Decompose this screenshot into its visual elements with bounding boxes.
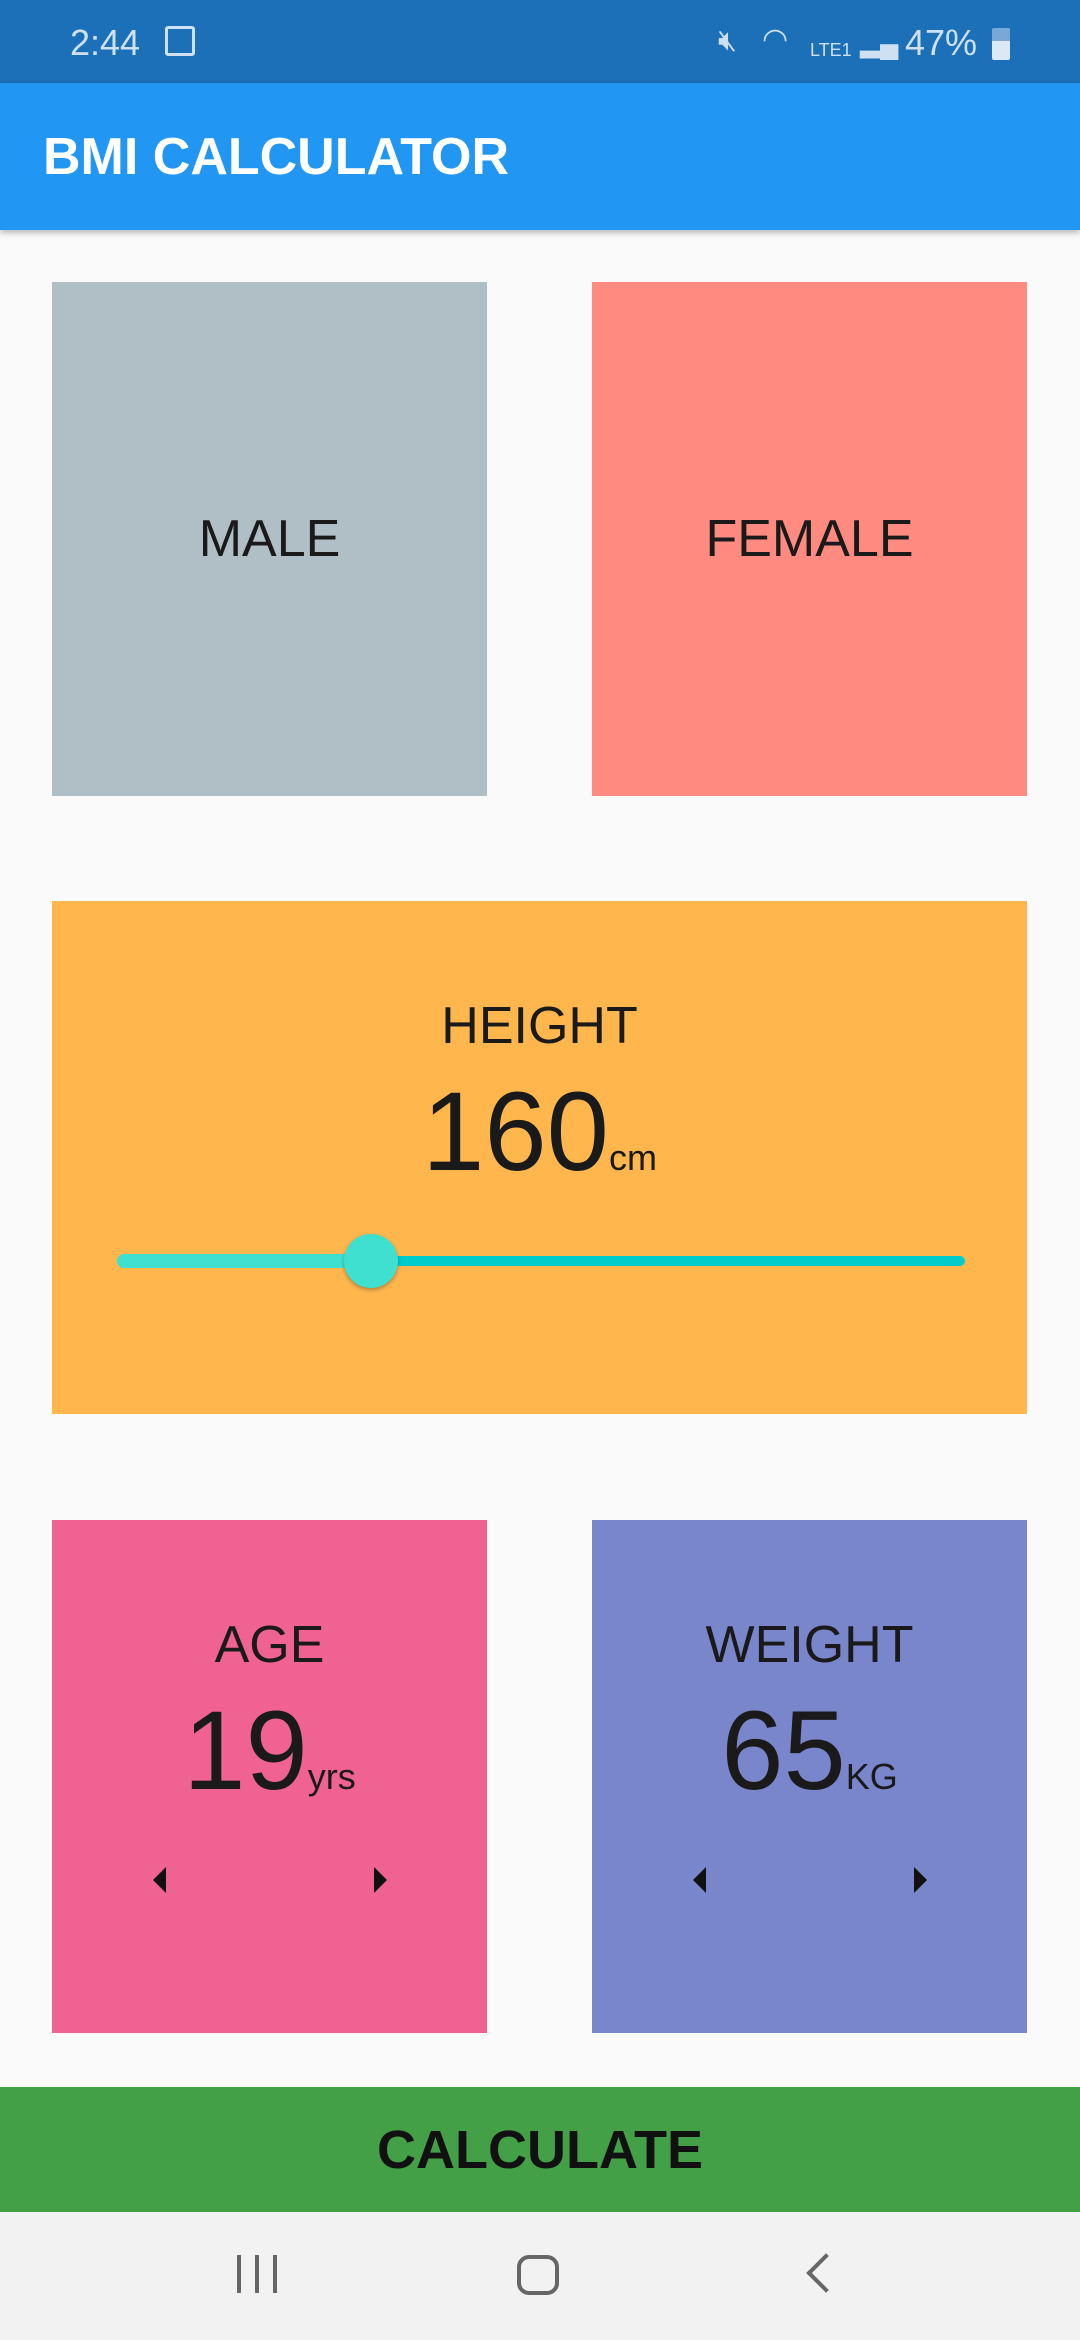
home-icon[interactable] <box>517 2255 559 2295</box>
app-bar: BMI CALCULATOR <box>0 83 1080 230</box>
age-card: AGE 19 yrs <box>52 1520 487 2033</box>
female-card[interactable]: FEMALE <box>592 282 1027 796</box>
weight-value: 65 <box>721 1688 846 1813</box>
weight-increment-icon[interactable] <box>914 1867 927 1893</box>
wifi-icon: ◠ <box>762 23 789 56</box>
battery-percent: 47% <box>905 22 978 63</box>
weight-unit: KG <box>845 1756 898 1797</box>
mute-icon: 🔇︎ <box>718 24 737 57</box>
height-unit: cm <box>608 1137 657 1178</box>
weight-label: WEIGHT <box>705 1616 914 1674</box>
height-card: HEIGHT 160 cm <box>52 901 1027 1414</box>
female-label: FEMALE <box>705 510 914 568</box>
age-label: AGE <box>214 1616 325 1674</box>
male-label: MALE <box>198 510 341 568</box>
signal-icon: ▂▄ <box>860 28 899 58</box>
weight-decrement-icon[interactable] <box>693 1867 706 1893</box>
age-decrement-icon[interactable] <box>153 1867 166 1893</box>
status-time: 2:44 <box>70 22 141 63</box>
age-value: 19 <box>183 1688 308 1813</box>
height-slider[interactable] <box>117 1234 965 1288</box>
male-card[interactable]: MALE <box>52 282 487 796</box>
system-nav-bar <box>0 2212 1080 2340</box>
network-label: LTE1 <box>810 40 852 60</box>
age-increment-icon[interactable] <box>374 1867 387 1893</box>
calculate-label: CALCULATE <box>377 2119 703 2180</box>
gallery-notification-icon <box>165 26 195 56</box>
calculate-button[interactable]: CALCULATE <box>0 2087 1080 2212</box>
age-unit: yrs <box>307 1756 356 1797</box>
status-bar: 2:44 🔇︎ ◠ LTE1 ▂▄ 47% <box>0 0 1080 83</box>
weight-card: WEIGHT 65 KG <box>592 1520 1027 2033</box>
recents-icon[interactable] <box>237 2255 277 2293</box>
slider-thumb[interactable] <box>344 1234 399 1288</box>
height-label: HEIGHT <box>441 997 638 1055</box>
slider-active-track <box>117 1254 372 1268</box>
battery-icon <box>992 28 1010 60</box>
page-title: BMI CALCULATOR <box>43 128 510 186</box>
height-value: 160 <box>422 1069 609 1194</box>
back-icon[interactable] <box>806 2253 846 2293</box>
